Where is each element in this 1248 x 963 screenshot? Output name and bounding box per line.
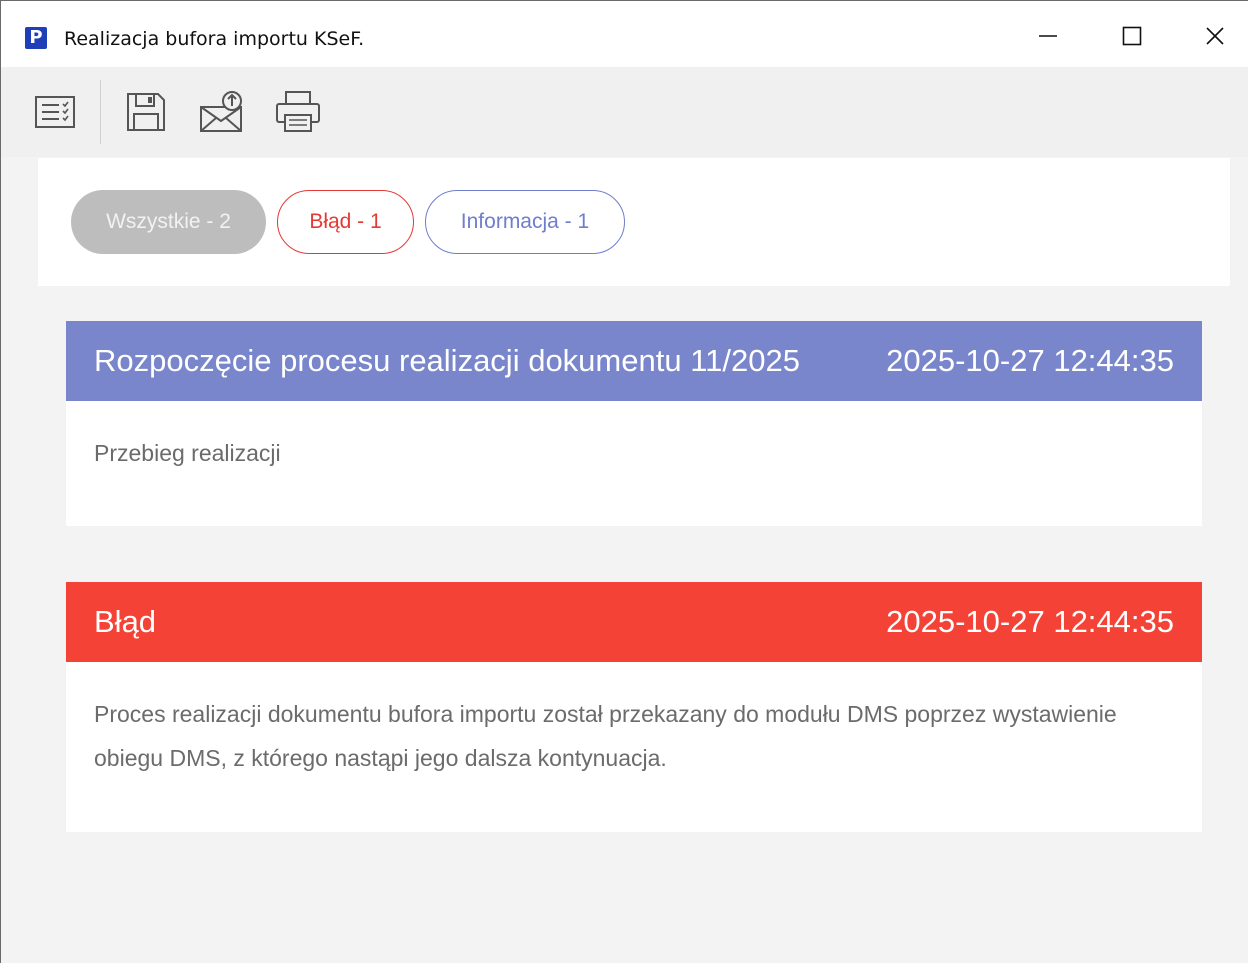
close-button[interactable] [1185,13,1245,59]
save-icon [127,93,165,131]
import-buffer-window: P Realizacja bufora importu KSeF. Wszyst… [0,0,1248,963]
print-button[interactable] [274,89,322,135]
app-icon: P [25,27,47,49]
filter-info-pill[interactable]: Informacja - 1 [425,190,625,254]
error-message-title: Błąd [94,604,157,639]
info-message-timestamp: 2025-10-27 12:44:35 [886,343,1174,378]
checklist-button[interactable] [31,89,79,135]
toolbar-separator [100,80,101,144]
minimize-icon [1039,35,1057,37]
toolbar [1,67,1248,157]
print-icon [276,91,320,132]
error-message-header: Błąd 2025-10-27 12:44:35 [66,582,1202,662]
filter-all-pill[interactable]: Wszystkie - 2 [71,190,266,254]
filter-error-pill[interactable]: Błąd - 1 [277,190,414,254]
send-mail-icon [200,91,242,132]
title-bar: P Realizacja bufora importu KSeF. [1,1,1248,67]
maximize-icon [1122,26,1142,46]
close-icon [1206,27,1224,45]
filter-bar: Wszystkie - 2 Błąd - 1 Informacja - 1 [38,158,1230,286]
checklist-icon [35,96,75,128]
window-title: Realizacja bufora importu KSeF. [64,28,365,50]
minimize-button[interactable] [1018,13,1078,59]
save-button[interactable] [122,89,170,135]
error-message-card: Błąd 2025-10-27 12:44:35 Proces realizac… [66,582,1202,832]
info-message-header: Rozpoczęcie procesu realizacji dokumentu… [66,321,1202,401]
info-message-card: Rozpoczęcie procesu realizacji dokumentu… [66,321,1202,526]
send-mail-button[interactable] [198,89,246,135]
error-message-body: Proces realizacji dokumentu bufora impor… [94,701,1117,771]
maximize-button[interactable] [1102,13,1162,59]
info-message-body: Przebieg realizacji [94,440,281,466]
info-message-title: Rozpoczęcie procesu realizacji dokumentu… [94,343,800,378]
error-message-timestamp: 2025-10-27 12:44:35 [886,604,1174,639]
